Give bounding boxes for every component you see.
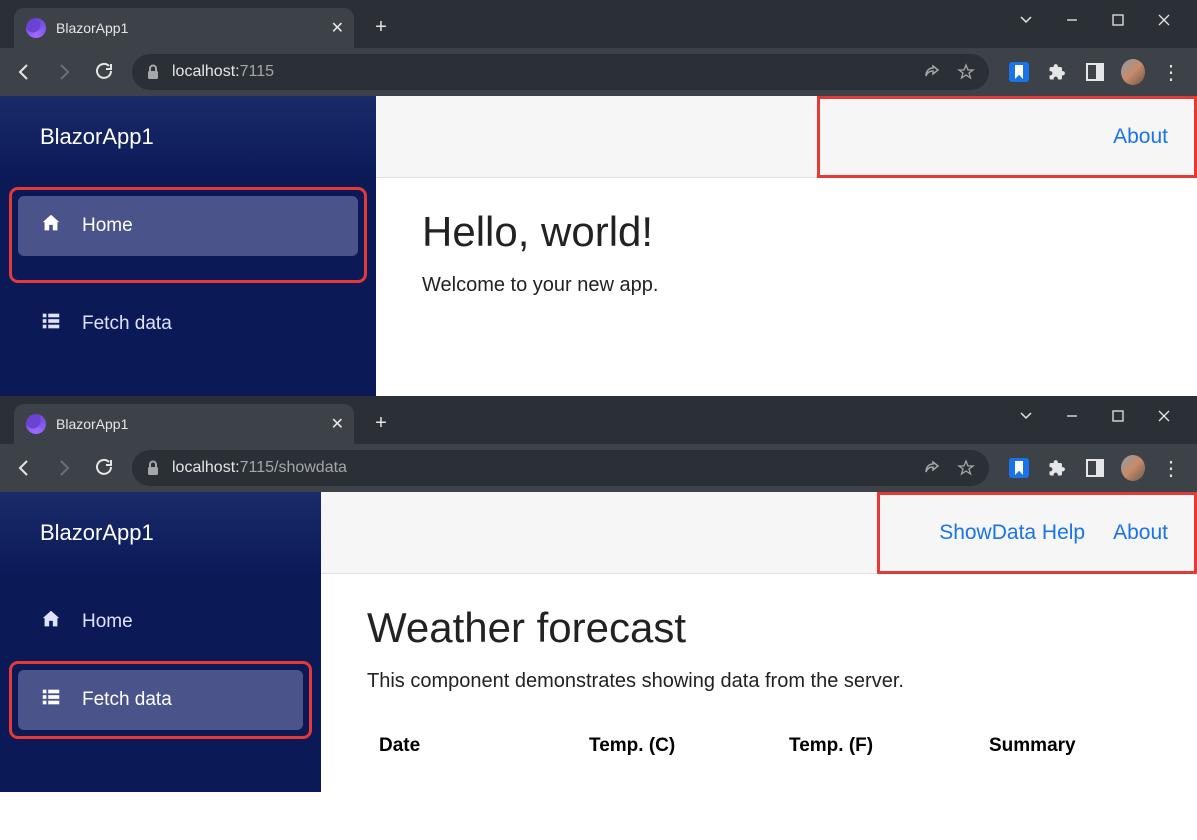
table-header: Date (379, 735, 529, 757)
page-heading: Weather forecast (367, 604, 1151, 652)
lock-icon (146, 460, 160, 476)
list-icon (40, 686, 62, 714)
star-icon[interactable] (957, 459, 975, 477)
main-area: About Hello, world! Welcome to your new … (376, 96, 1197, 396)
page-intro: This component demonstrates showing data… (367, 670, 1151, 693)
sidebar: BlazorApp1 Home Fetch data (0, 492, 321, 792)
tab-search-icon[interactable] (1003, 4, 1049, 36)
sidebar-nav: Home Fetch data (0, 178, 376, 390)
minimize-icon[interactable] (1049, 4, 1095, 36)
profile-avatar[interactable] (1121, 60, 1145, 84)
close-tab-icon[interactable]: ✕ (331, 18, 344, 38)
page-intro: Welcome to your new app. (422, 274, 1151, 297)
extensions-icon[interactable] (1045, 60, 1069, 84)
browser-window-1: BlazorApp1 ✕ + localhost:7115 ⋮ (0, 0, 1197, 396)
bookmark-extension-icon[interactable] (1007, 456, 1031, 480)
bookmark-extension-icon[interactable] (1007, 60, 1031, 84)
back-button[interactable] (6, 54, 42, 90)
top-bar: ShowData Help About (321, 492, 1197, 574)
window-controls (1003, 396, 1197, 436)
extension-tray: ⋮ (999, 60, 1191, 84)
address-bar[interactable]: localhost:7115 (132, 54, 989, 90)
highlight-box: Fetch data (12, 664, 309, 736)
home-icon (40, 212, 62, 240)
about-link[interactable]: About (1113, 521, 1168, 545)
star-icon[interactable] (957, 63, 975, 81)
close-window-icon[interactable] (1141, 400, 1187, 432)
main-area: ShowData Help About Weather forecast Thi… (321, 492, 1197, 792)
minimize-icon[interactable] (1049, 400, 1095, 432)
browser-tab[interactable]: BlazorApp1 ✕ (14, 8, 354, 48)
close-tab-icon[interactable]: ✕ (331, 414, 344, 434)
browser-tab[interactable]: BlazorApp1 ✕ (14, 404, 354, 444)
highlight-box: Home (12, 190, 364, 280)
share-icon[interactable] (923, 459, 941, 477)
browser-window-2: BlazorApp1 ✕ + localhost:7115/showdata (0, 396, 1197, 792)
browser-toolbar: localhost:7115 ⋮ (0, 48, 1197, 96)
share-icon[interactable] (923, 63, 941, 81)
about-link[interactable]: About (1113, 125, 1168, 149)
close-window-icon[interactable] (1141, 4, 1187, 36)
sidebar-item-home[interactable]: Home (18, 196, 358, 256)
browser-toolbar: localhost:7115/showdata ⋮ (0, 444, 1197, 492)
sidebar-brand: BlazorApp1 (0, 96, 376, 178)
showdata-help-link[interactable]: ShowData Help (939, 521, 1085, 545)
sidebar-item-label: Fetch data (82, 689, 172, 711)
sidebar-item-label: Home (82, 611, 133, 633)
tab-search-icon[interactable] (1003, 400, 1049, 432)
browser-menu-icon[interactable]: ⋮ (1159, 456, 1183, 480)
table-header: Summary (989, 735, 1139, 757)
title-bar: BlazorApp1 ✕ + (0, 0, 1197, 48)
sidebar-nav: Home Fetch data (0, 574, 321, 768)
forward-button[interactable] (46, 450, 82, 486)
side-panel-icon[interactable] (1083, 60, 1107, 84)
browser-menu-icon[interactable]: ⋮ (1159, 60, 1183, 84)
list-icon (40, 310, 62, 338)
extensions-icon[interactable] (1045, 456, 1069, 480)
maximize-icon[interactable] (1095, 4, 1141, 36)
new-tab-button[interactable]: + (366, 408, 396, 438)
title-bar: BlazorApp1 ✕ + (0, 396, 1197, 444)
reload-button[interactable] (86, 450, 122, 486)
sidebar-item-fetchdata[interactable]: Fetch data (18, 670, 303, 730)
page-content: Hello, world! Welcome to your new app. (376, 178, 1197, 355)
page-heading: Hello, world! (422, 208, 1151, 256)
table-header: Temp. (C) (589, 735, 729, 757)
blazor-icon (26, 414, 46, 434)
side-panel-icon[interactable] (1083, 456, 1107, 480)
new-tab-button[interactable]: + (366, 12, 396, 42)
top-bar: About (376, 96, 1197, 178)
app-viewport: BlazorApp1 Home Fetch data About (0, 96, 1197, 396)
sidebar-item-label: Fetch data (82, 313, 172, 335)
sidebar: BlazorApp1 Home Fetch data (0, 96, 376, 396)
address-bar[interactable]: localhost:7115/showdata (132, 450, 989, 486)
lock-icon (146, 64, 160, 80)
window-controls (1003, 0, 1197, 40)
back-button[interactable] (6, 450, 42, 486)
reload-button[interactable] (86, 54, 122, 90)
app-viewport: BlazorApp1 Home Fetch data ShowData Help (0, 492, 1197, 792)
forward-button[interactable] (46, 54, 82, 90)
highlight-box: About (817, 96, 1197, 178)
profile-avatar[interactable] (1121, 456, 1145, 480)
url-text: localhost:7115 (172, 63, 274, 81)
page-content: Weather forecast This component demonstr… (321, 574, 1197, 807)
table-header: Temp. (F) (789, 735, 929, 757)
extension-tray: ⋮ (999, 456, 1191, 480)
sidebar-brand: BlazorApp1 (0, 492, 321, 574)
maximize-icon[interactable] (1095, 400, 1141, 432)
sidebar-item-label: Home (82, 215, 133, 237)
url-text: localhost:7115/showdata (172, 459, 347, 477)
tab-title: BlazorApp1 (56, 20, 321, 36)
sidebar-item-fetchdata[interactable]: Fetch data (18, 294, 358, 354)
home-icon (40, 608, 62, 636)
table-header-row: Date Temp. (C) Temp. (F) Summary (367, 721, 1151, 777)
sidebar-item-home[interactable]: Home (18, 592, 303, 652)
blazor-icon (26, 18, 46, 38)
highlight-box: ShowData Help About (877, 492, 1197, 574)
tab-title: BlazorApp1 (56, 416, 321, 432)
